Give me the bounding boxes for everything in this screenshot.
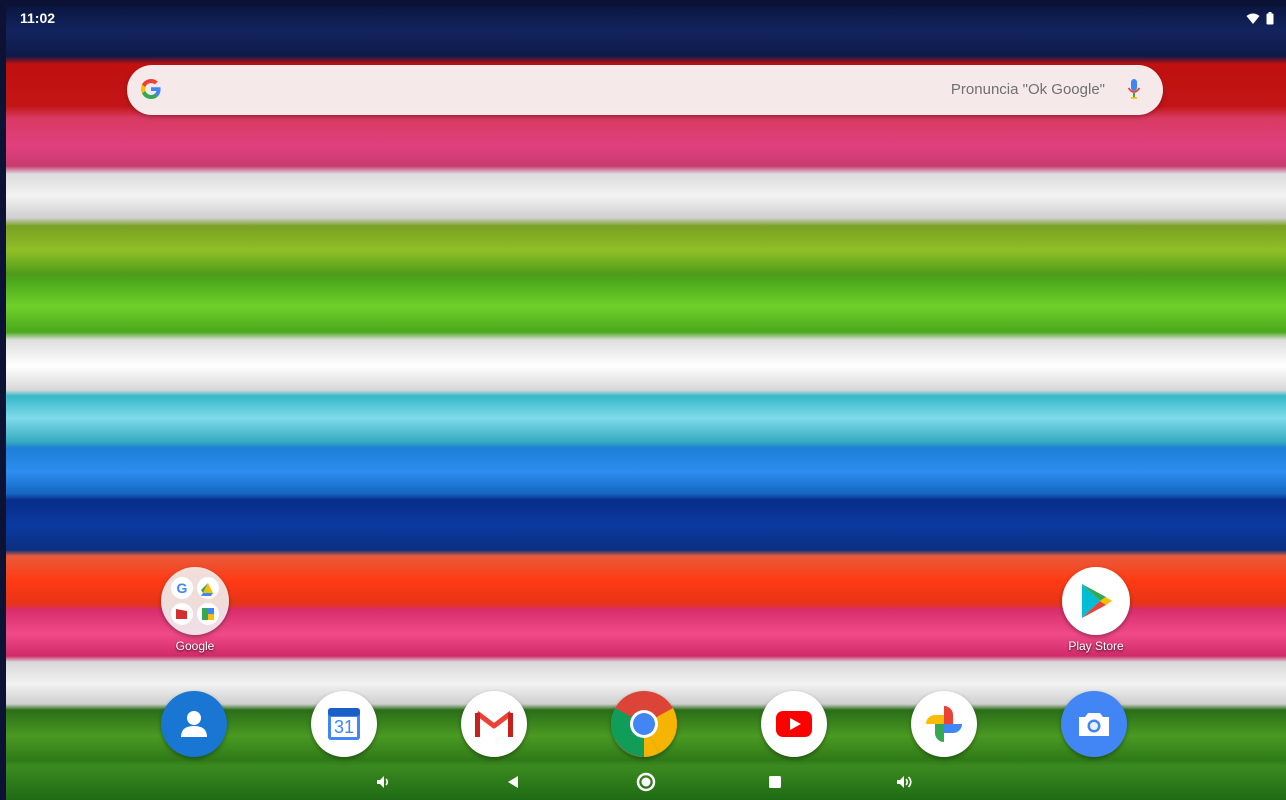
google-g-icon xyxy=(141,79,161,99)
camera-icon xyxy=(1079,713,1109,736)
svg-text:G: G xyxy=(177,580,188,596)
youtube-app[interactable] xyxy=(761,691,827,757)
recents-button[interactable] xyxy=(765,772,785,792)
back-button[interactable] xyxy=(503,772,523,792)
contacts-icon xyxy=(181,711,207,737)
navigation-bar xyxy=(6,762,1286,800)
camera-app[interactable] xyxy=(1061,691,1127,757)
volume-down-icon xyxy=(377,776,389,788)
volume-up-icon xyxy=(897,776,912,788)
play-store-label: Play Store xyxy=(1068,639,1124,653)
volume-down-button[interactable] xyxy=(373,772,393,792)
play-store-icon xyxy=(1062,567,1130,635)
volume-up-button[interactable] xyxy=(895,772,915,792)
google-folder[interactable]: G Google xyxy=(135,567,255,653)
google-folder-icon: G xyxy=(161,567,229,635)
home-icon xyxy=(636,772,656,792)
wallpaper xyxy=(6,6,1286,800)
youtube-icon xyxy=(776,711,812,737)
gmail-app[interactable] xyxy=(461,691,527,757)
microphone-icon[interactable] xyxy=(1127,78,1141,100)
battery-icon xyxy=(1266,12,1274,25)
photos-app[interactable] xyxy=(911,691,977,757)
status-bar: 11:02 xyxy=(6,6,1286,32)
photos-icon xyxy=(926,706,962,742)
search-hint: Pronuncia "Ok Google" xyxy=(950,81,1105,98)
gmail-icon xyxy=(475,711,513,737)
google-folder-label: Google xyxy=(175,639,215,653)
chrome-app[interactable] xyxy=(611,691,677,757)
recents-icon xyxy=(769,776,781,788)
wifi-icon xyxy=(1246,13,1260,24)
home-button[interactable] xyxy=(636,772,656,792)
back-icon xyxy=(508,776,518,788)
play-store-app[interactable]: Play Store xyxy=(1036,567,1156,653)
calendar-app[interactable]: 31 xyxy=(311,691,377,757)
google-search-bar[interactable]: Pronuncia "Ok Google" xyxy=(127,65,1163,115)
contacts-app[interactable] xyxy=(161,691,227,757)
calendar-day: 31 xyxy=(333,717,355,737)
chrome-icon xyxy=(611,691,677,757)
status-time: 11:02 xyxy=(20,10,56,26)
